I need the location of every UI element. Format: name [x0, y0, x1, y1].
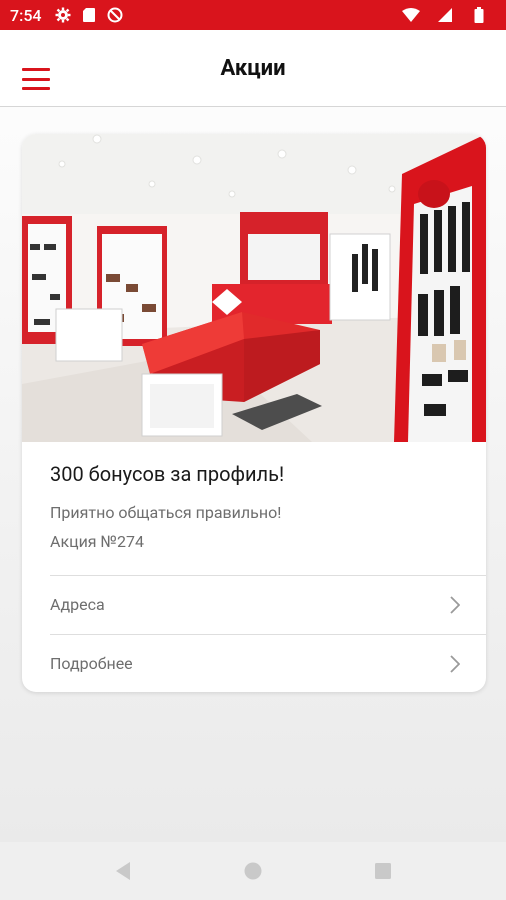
back-icon[interactable]: [113, 861, 133, 881]
status-time: 7:54: [10, 5, 42, 25]
store-interior-photo: [22, 134, 486, 442]
status-bar: 7:54: [0, 0, 506, 30]
sd-card-icon: [80, 6, 98, 24]
app-bar: Акции: [0, 30, 506, 107]
no-disturb-icon: [106, 6, 124, 24]
promo-number: Акция №274: [50, 532, 144, 551]
page-title: Акции: [220, 55, 286, 81]
promo-subtitle: Приятно общаться правильно!: [50, 503, 282, 522]
details-label: Подробнее: [50, 654, 133, 673]
battery-icon: [470, 6, 488, 24]
addresses-row[interactable]: Адреса: [50, 575, 486, 633]
gear-icon: [54, 6, 72, 24]
home-icon[interactable]: [243, 861, 263, 881]
hamburger-menu-icon[interactable]: [22, 68, 50, 90]
recents-icon[interactable]: [373, 861, 393, 881]
promo-title: 300 бонусов за профиль!: [50, 462, 285, 486]
system-nav-bar: [0, 842, 506, 900]
signal-icon: [436, 6, 454, 24]
chevron-right-icon: [450, 655, 460, 673]
chevron-right-icon: [450, 596, 460, 614]
addresses-label: Адреса: [50, 595, 105, 614]
wifi-icon: [402, 6, 420, 24]
details-row[interactable]: Подробнее: [50, 634, 486, 692]
promo-card[interactable]: 300 бонусов за профиль! Приятно общаться…: [22, 134, 486, 692]
